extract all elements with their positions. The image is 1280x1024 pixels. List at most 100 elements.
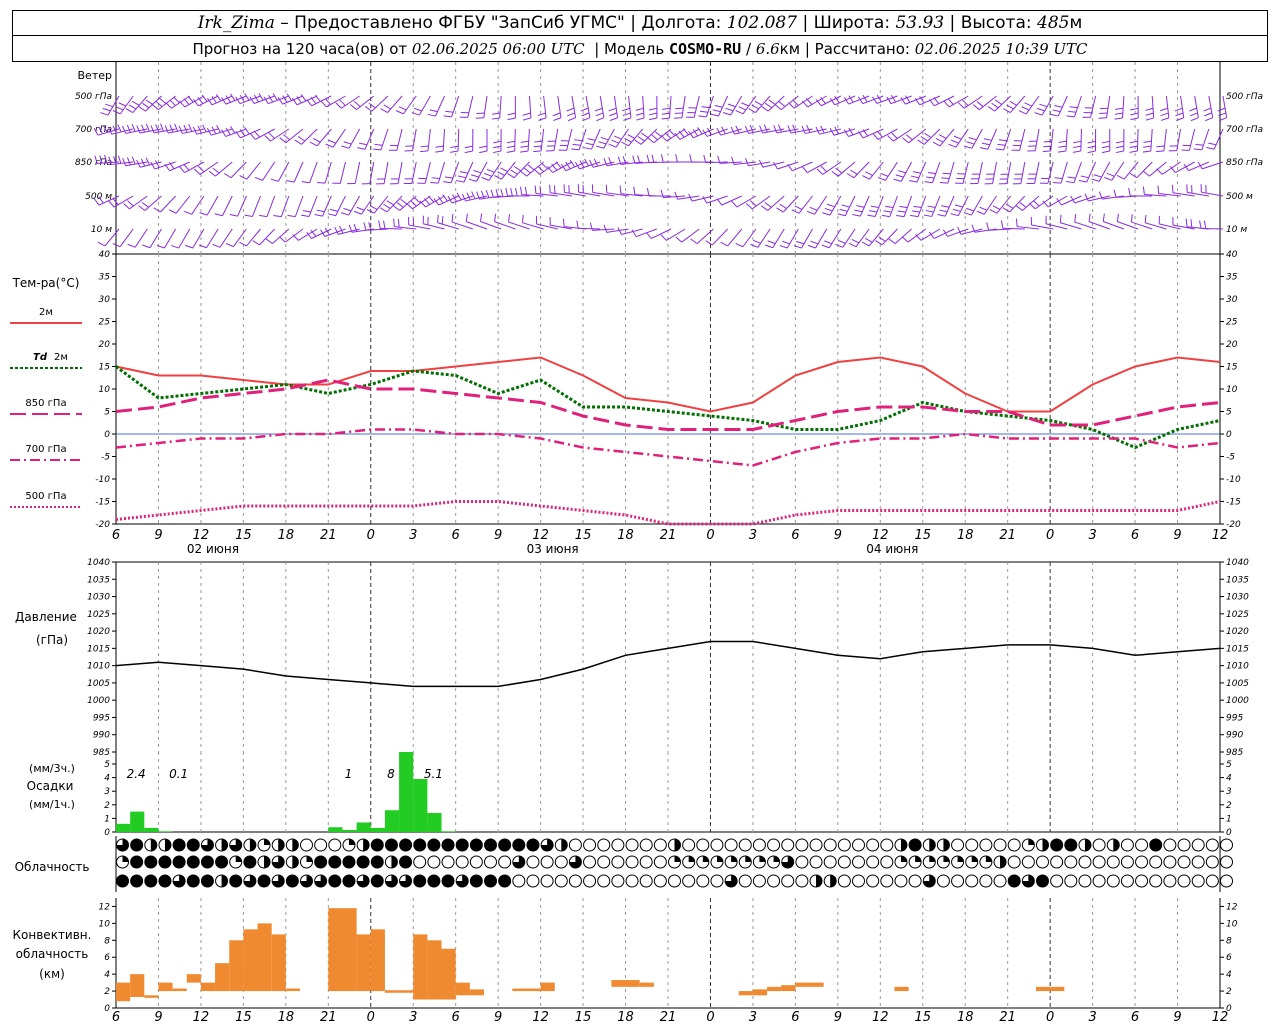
wind-barb-staff <box>134 228 148 248</box>
wind-barb-feather <box>927 172 936 175</box>
wind-barb-feather <box>896 215 905 218</box>
cloud-circle <box>512 874 526 888</box>
wind-barb-feather <box>1145 112 1154 116</box>
wind-barb-3-22 <box>406 195 431 210</box>
wind-barb-staff <box>129 195 148 210</box>
wind-barb-feather <box>423 198 431 205</box>
wind-barb-0-30 <box>537 95 547 121</box>
wind-barb-feather <box>173 96 180 104</box>
wind-barb-feather <box>520 170 528 177</box>
cloud-circle <box>257 874 271 888</box>
wind-barb-4-28 <box>494 213 516 230</box>
wind-barb-feather <box>270 178 279 182</box>
cloud-symbol-1-49 <box>809 855 823 869</box>
wind-barb-feather <box>520 145 529 148</box>
wind-barb-3-4 <box>153 195 176 213</box>
cloud-circle <box>1191 874 1205 888</box>
conv-bar-55 <box>894 986 909 992</box>
wind-barb-2-8 <box>208 161 233 177</box>
wind-barb-feather <box>259 214 268 218</box>
cloud-symbol-1-13 <box>300 855 313 869</box>
cloud-symbol-1-45 <box>752 855 766 869</box>
wind-barb-feather <box>1185 218 1188 227</box>
wind-barb-feather <box>1078 179 1087 183</box>
wind-barb-feather <box>926 176 935 179</box>
wind-barb-feather <box>507 172 515 179</box>
wind-barb-feather <box>910 214 919 218</box>
cloud-symbol-2-10 <box>257 874 271 888</box>
cloud-fill <box>731 856 738 862</box>
cloud-fill <box>348 839 355 845</box>
cloud-circle <box>993 874 1007 888</box>
wind-barb-2-51 <box>816 161 842 175</box>
wind-barb-feather <box>697 127 703 135</box>
wind-barb-staff <box>206 228 219 248</box>
cloud-symbol-0-51 <box>837 838 851 852</box>
wind-barb-0-42 <box>698 95 714 118</box>
pres-ticklabel-left-1035: 1035 <box>87 575 110 585</box>
cloud-symbol-0-46 <box>767 838 781 852</box>
wind-barb-feather <box>1128 187 1131 196</box>
cloud-symbol-0-29 <box>526 838 540 852</box>
cloud-circle <box>328 874 342 888</box>
wind-barb-staff <box>994 95 1012 112</box>
wind-barb-staff <box>262 161 276 181</box>
cloud-symbol-2-69 <box>1092 874 1106 888</box>
wind-barb-feather <box>1009 100 1017 106</box>
wind-barb-feather <box>637 155 641 164</box>
wind-barb-3-66 <box>1029 195 1054 210</box>
temp-legend-label-t500: 500 гПа <box>25 491 66 502</box>
cloud-fill <box>943 856 950 862</box>
wind-barb-1-29 <box>520 128 530 153</box>
cloud-circle <box>455 855 469 869</box>
pres-ticklabel-right-1040: 1040 <box>1226 558 1249 568</box>
wind-barb-1-64 <box>1011 128 1026 151</box>
cloud-symbol-2-16 <box>342 874 356 888</box>
cloud-circle <box>1220 874 1233 888</box>
cloud-symbol-2-67 <box>1064 874 1078 888</box>
cloud-symbol-1-9 <box>243 855 257 869</box>
wind-barb-0-77 <box>1203 95 1214 122</box>
wind-barb-feather <box>505 187 508 196</box>
wind-barb-staff <box>666 228 686 241</box>
wind-barb-feather <box>720 241 728 247</box>
pres-ticklabel-left-1015: 1015 <box>87 644 110 654</box>
cloud-fill <box>1084 839 1091 851</box>
cloud-circle <box>965 874 979 888</box>
wind-barb-feather <box>611 139 620 144</box>
cloud-symbol-0-43 <box>724 838 738 852</box>
prec-bar-19 <box>384 810 400 832</box>
cloud-circle <box>653 874 667 888</box>
wind-barb-1-5 <box>164 123 190 134</box>
wind-barb-3-58 <box>923 195 941 217</box>
pres-ticklabel-left-1025: 1025 <box>87 610 110 620</box>
cloud-symbol-2-64 <box>1021 874 1035 888</box>
wind-barb-feather <box>895 174 904 178</box>
wind-barb-2-48 <box>773 161 799 170</box>
wind-barb-staff <box>1122 95 1125 118</box>
wind-barb-feather <box>184 210 192 215</box>
wind-barb-0-28 <box>507 95 516 121</box>
conv-bar-11 <box>271 934 286 992</box>
cloud-symbol-0-44 <box>738 838 752 852</box>
wind-barb-feather <box>1116 213 1119 222</box>
cloud-circle <box>1163 838 1177 852</box>
conv-bar-2 <box>144 995 159 998</box>
wind-barb-feather <box>622 107 631 112</box>
pres-title: Давление <box>15 610 77 624</box>
prec-bar-18 <box>370 827 385 832</box>
cloud-symbol-2-50 <box>823 874 837 888</box>
wind-barb-feather <box>954 204 963 208</box>
wind-barb-feather <box>264 135 271 142</box>
wind-barb-feather <box>580 107 589 112</box>
wind-barb-2-75 <box>1156 161 1181 175</box>
wind-barb-feather <box>193 168 201 175</box>
wind-barb-feather <box>363 222 367 231</box>
prec-bar-0 <box>116 823 131 832</box>
wind-level-right-4: 10 м <box>1226 225 1247 235</box>
wind-barb-feather <box>1144 214 1147 223</box>
cloud-circle <box>625 838 639 852</box>
conv-bar-15 <box>328 908 343 992</box>
wind-barb-0-25 <box>459 95 474 118</box>
cloud-symbol-2-47 <box>781 874 795 888</box>
